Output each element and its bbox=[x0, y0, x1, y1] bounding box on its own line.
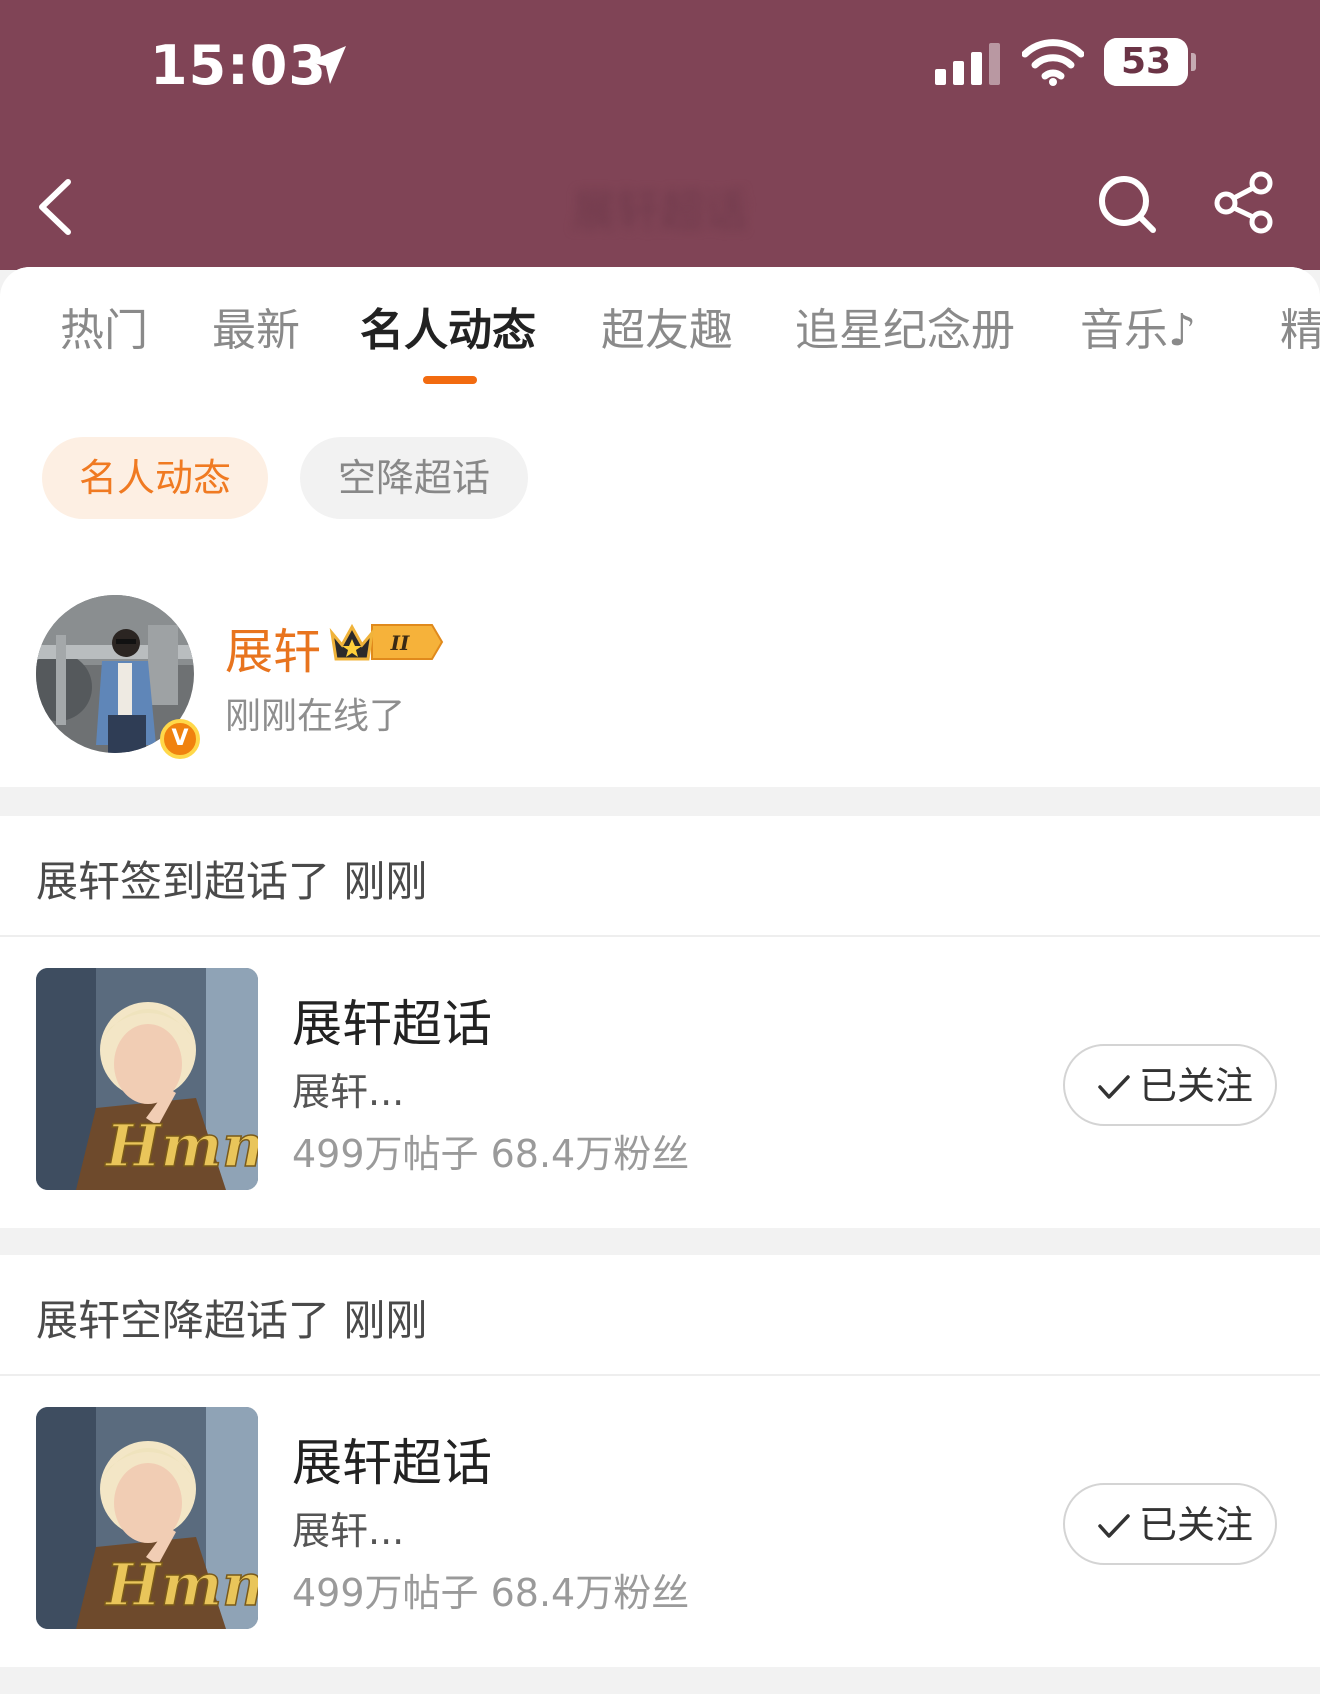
tab-hot[interactable]: 热门 bbox=[60, 301, 148, 361]
following-button[interactable]: 已关注 bbox=[1063, 1044, 1277, 1126]
card-divider bbox=[0, 1374, 1320, 1376]
activity-event-text: 展轩空降超话了 刚刚 bbox=[36, 1296, 428, 1345]
topic-stats: 499万帖子 68.4万粉丝 bbox=[292, 1132, 690, 1176]
active-tab-indicator bbox=[423, 376, 477, 384]
location-arrow-icon bbox=[308, 46, 346, 84]
celebrity-status: 刚刚在线了 bbox=[225, 696, 406, 737]
topic-cover-art: Hmm bbox=[36, 1407, 258, 1629]
nav-title: 展轩超话 bbox=[572, 186, 748, 237]
tab-music[interactable]: 音乐♪ bbox=[1080, 301, 1196, 361]
topic-title[interactable]: 展轩超话 bbox=[292, 1423, 492, 1495]
card-divider bbox=[0, 935, 1320, 937]
following-button[interactable]: 已关注 bbox=[1063, 1483, 1277, 1565]
topic-cover-image[interactable]: Hmm bbox=[36, 968, 258, 1190]
header-section: 热门 最新 名人动态 超友趣 追星纪念册 音乐♪ 精 名人动态 空降超话 V 展… bbox=[0, 267, 1320, 787]
celebrity-name[interactable]: 展轩 bbox=[225, 612, 321, 682]
tab-featured[interactable]: 精 bbox=[1280, 301, 1320, 361]
topic-cover-image[interactable]: Hmm bbox=[36, 1407, 258, 1629]
following-button-label: 已关注 bbox=[1139, 1503, 1254, 1547]
activity-card: 展轩签到超话了 刚刚 Hmm 展轩超话 展轩... 499万帖子 68.4万粉丝… bbox=[0, 816, 1320, 1228]
verified-badge: V bbox=[160, 719, 200, 759]
topic-cover-text: Hmm bbox=[104, 1112, 258, 1180]
topic-description: 展轩... bbox=[292, 1509, 405, 1553]
activity-card: 展轩空降超话了 刚刚 Hmm 展轩超话 展轩... 499万帖子 68.4万粉丝… bbox=[0, 1255, 1320, 1667]
topic-cover-text: Hmm bbox=[104, 1551, 258, 1619]
following-button-label: 已关注 bbox=[1139, 1064, 1254, 1108]
checkmark-icon bbox=[1098, 1075, 1130, 1099]
search-icon[interactable] bbox=[1095, 172, 1160, 237]
topic-description: 展轩... bbox=[292, 1070, 405, 1114]
battery-tip bbox=[1191, 53, 1196, 71]
tab-fun[interactable]: 超友趣 bbox=[601, 301, 733, 361]
tab-bar: 热门 最新 名人动态 超友趣 追星纪念册 音乐♪ 精 bbox=[0, 301, 1320, 361]
checkmark-icon bbox=[1098, 1514, 1130, 1538]
back-arrow-icon[interactable] bbox=[32, 172, 82, 242]
battery-level: 53 bbox=[1120, 41, 1172, 82]
share-icon[interactable] bbox=[1212, 170, 1277, 235]
activity-event-text: 展轩签到超话了 刚刚 bbox=[36, 857, 428, 906]
topic-title[interactable]: 展轩超话 bbox=[292, 984, 492, 1056]
status-bar: 15:03 53 bbox=[0, 0, 1320, 135]
content-panel: 热门 最新 名人动态 超友趣 追星纪念册 音乐♪ 精 名人动态 空降超话 V 展… bbox=[0, 267, 1320, 1694]
battery-indicator: 53 bbox=[1104, 38, 1196, 86]
filter-chip-airdrop[interactable]: 空降超话 bbox=[300, 437, 528, 519]
topic-stats: 499万帖子 68.4万粉丝 bbox=[292, 1571, 690, 1615]
nav-bar: 展轩超话 bbox=[0, 135, 1320, 270]
wifi-icon bbox=[1022, 39, 1084, 86]
tab-album[interactable]: 追星纪念册 bbox=[795, 301, 1015, 361]
tab-celebrity-news[interactable]: 名人动态 bbox=[360, 301, 536, 361]
tab-latest[interactable]: 最新 bbox=[212, 301, 300, 361]
filter-chip-celebrity-news[interactable]: 名人动态 bbox=[42, 437, 268, 519]
topic-cover-art: Hmm bbox=[36, 968, 258, 1190]
cellular-signal-icon bbox=[935, 43, 1000, 85]
status-time: 15:03 bbox=[150, 34, 327, 97]
crown-level-text: II bbox=[390, 631, 410, 655]
battery-body: 53 bbox=[1104, 38, 1188, 86]
crown-level-badge-icon: II bbox=[329, 623, 444, 661]
